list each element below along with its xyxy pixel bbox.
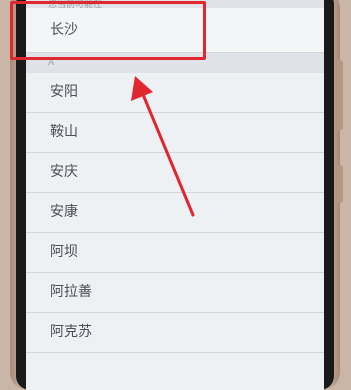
city-item[interactable]: 安康 xyxy=(26,193,324,233)
city-item[interactable]: 阿拉善 xyxy=(26,273,324,313)
city-item[interactable]: 安庆 xyxy=(26,153,324,193)
highlight-box xyxy=(10,1,206,60)
city-item[interactable]: 阿坝 xyxy=(26,233,324,273)
phone-side-button xyxy=(337,165,343,203)
city-item[interactable]: 鞍山 xyxy=(26,113,324,153)
city-item[interactable]: 安阳 xyxy=(26,73,324,113)
phone-side-button xyxy=(337,60,343,130)
city-item[interactable]: 阿克苏 xyxy=(26,313,324,353)
